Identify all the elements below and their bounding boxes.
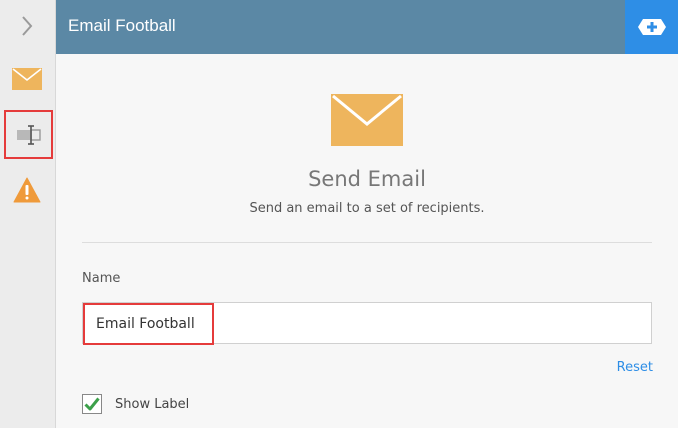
name-input[interactable]: Email Football (82, 302, 652, 345)
chevron-right-icon (22, 16, 33, 36)
envelope-icon (331, 94, 403, 146)
sidebar-item-field[interactable] (4, 110, 53, 159)
show-label-text: Show Label (115, 396, 190, 412)
action-description: Send an email to a set of recipients. (249, 201, 485, 216)
checkmark-icon (84, 397, 100, 411)
show-label-row[interactable]: Show Label (82, 394, 189, 414)
page-title: Email Football (68, 16, 176, 35)
show-label-checkbox[interactable] (82, 394, 102, 414)
sidebar-item-warning[interactable] (3, 166, 51, 214)
name-input-value[interactable]: Email Football (83, 303, 214, 345)
hero-icon (331, 94, 403, 150)
add-button[interactable] (625, 0, 678, 54)
divider (82, 242, 652, 243)
sidebar (0, 0, 56, 428)
sidebar-item-email[interactable] (3, 55, 51, 103)
name-label: Name (82, 271, 121, 286)
sidebar-expand-button[interactable] (3, 2, 51, 50)
add-icon (637, 19, 666, 35)
header-bar: Email Football (56, 0, 678, 54)
text-field-icon (16, 124, 41, 145)
envelope-icon (12, 68, 42, 90)
reset-link[interactable]: Reset (617, 360, 653, 375)
warning-icon (13, 177, 41, 203)
content-panel: Send Email Send an email to a set of rec… (56, 54, 678, 428)
action-title: Send Email (308, 167, 426, 191)
